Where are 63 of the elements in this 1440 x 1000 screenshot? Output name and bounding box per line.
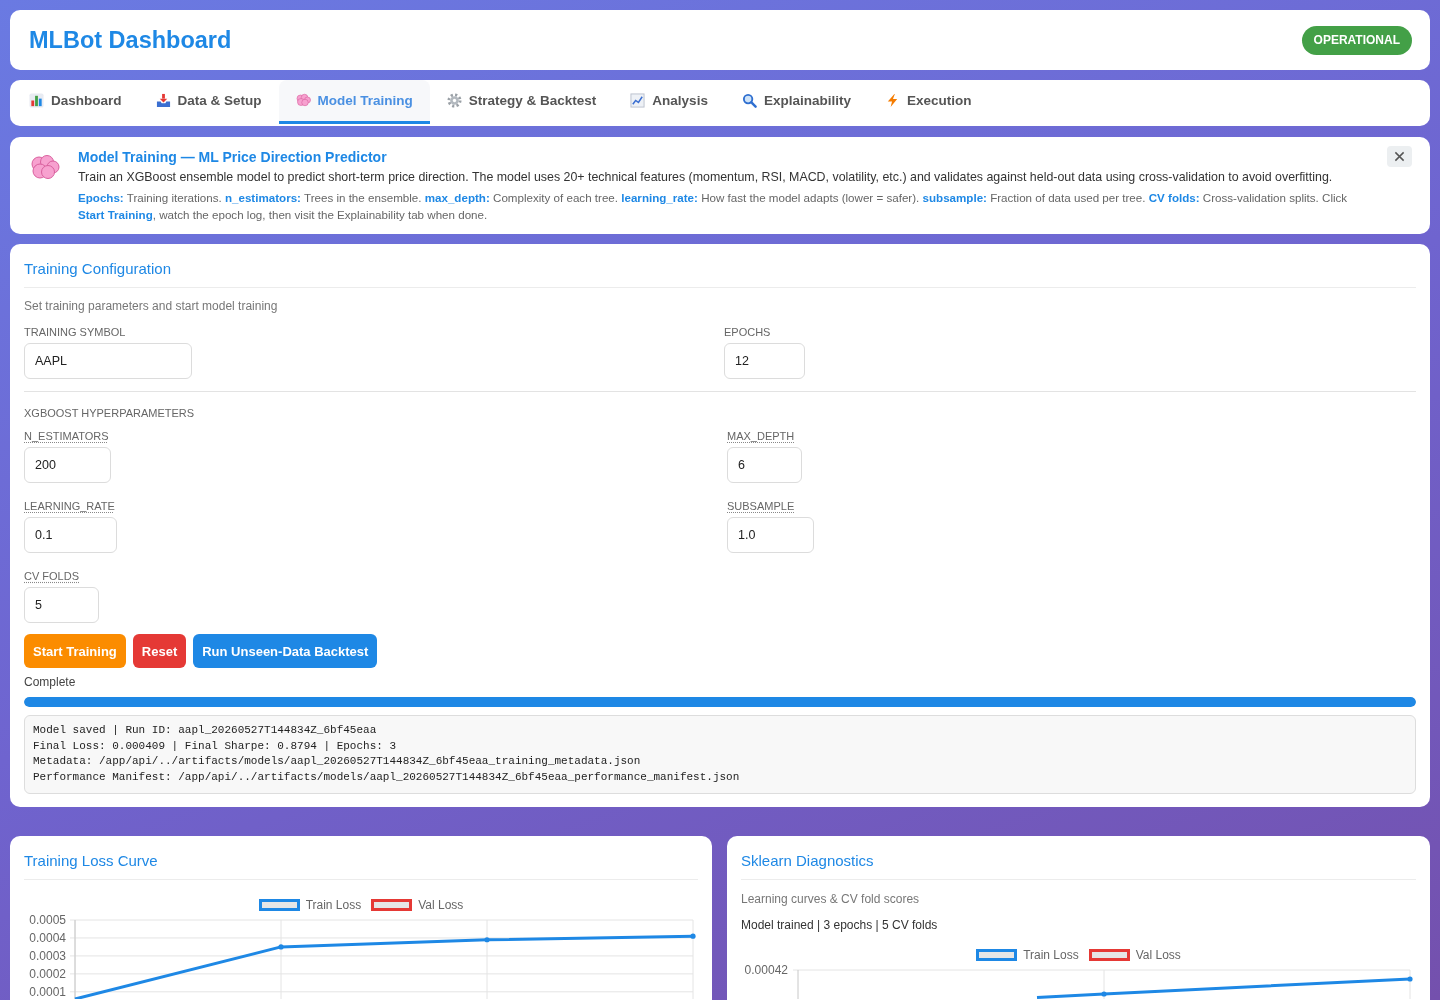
line-chart-icon <box>630 93 646 108</box>
data-point <box>484 936 490 943</box>
data-point <box>278 944 284 950</box>
input-field[interactable]: 0.1 <box>24 517 117 553</box>
status-badge: OPERATIONAL <box>1301 25 1412 55</box>
input-field[interactable]: 12 <box>724 343 805 379</box>
field-label: TRAINING SYMBOL <box>24 325 126 339</box>
close-icon <box>1394 151 1405 162</box>
tab[interactable]: Dashboard <box>12 80 139 124</box>
run-backtest-button[interactable]: Run Unseen-Data Backtest <box>193 634 378 668</box>
brain-icon <box>295 93 311 108</box>
tab[interactable]: Explainability <box>724 80 868 124</box>
search-icon <box>741 93 757 108</box>
training-summary: Model trained | 3 epochs | 5 CV folds <box>741 916 939 933</box>
axis-tick-label: 0.0005 <box>29 913 66 927</box>
card-title: Training Configuration <box>24 259 1416 288</box>
input-field[interactable]: 1.0 <box>727 517 814 553</box>
legend-label: Val Loss <box>1135 948 1181 961</box>
field-label: CV FOLDS <box>24 569 79 583</box>
field-label: SUBSAMPLE <box>727 499 795 513</box>
section-heading: XGBOOST HYPERPARAMETERS <box>24 406 196 420</box>
inbox-tray-icon <box>155 93 171 108</box>
tab[interactable]: Analysis <box>613 80 725 124</box>
data-point <box>1407 976 1413 982</box>
card-title: Sklearn Diagnostics <box>741 850 1416 880</box>
legend-label: Val Loss <box>418 898 464 911</box>
close-button[interactable] <box>1387 146 1412 167</box>
banner-title: Model Training — ML Price Direction Predictor <box>78 148 387 166</box>
tab[interactable]: Execution <box>867 80 989 124</box>
card-title: Training Loss Curve <box>24 850 698 880</box>
axis-tick-label: 0.0004 <box>29 930 66 945</box>
axis-tick-label: 0.0001 <box>29 984 66 999</box>
brain-icon <box>30 155 60 181</box>
reset-button[interactable]: Reset <box>132 634 187 668</box>
log-line: Performance Manifest: /app/api/../artifacts/models/aapl_20260527T144834Z_6bf45eaa_performance_manifest.json <box>33 770 740 786</box>
bar-chart-icon <box>29 93 44 108</box>
gear-icon <box>446 93 462 108</box>
data-point <box>690 933 696 939</box>
data-point <box>1101 991 1107 997</box>
log-line: Model saved | Run ID: aapl_20260527T144834Z_6bf45eaa <box>33 723 377 738</box>
banner-description: Train an XGBoost ensemble model to predict short-term price direction. The model uses 20+ technical features (momentum, RSI, MACD, volatility, etc.) and validates against held-out data using cross-validation to avoid overfitting. <box>78 169 1333 186</box>
field-label: LEARNING_RATE <box>24 499 115 513</box>
input-field[interactable]: 200 <box>24 447 111 483</box>
axis-tick-label: 0.0002 <box>29 966 66 981</box>
field-label: EPOCHS <box>724 325 771 339</box>
app-title: MLBot Dashboard <box>29 26 232 55</box>
tab[interactable]: Strategy & Backtest <box>429 80 614 124</box>
field-label: MAX_DEPTH <box>727 429 795 443</box>
tab[interactable]: Data & Setup <box>138 80 279 124</box>
log-line: Metadata: /app/api/../artifacts/models/aapl_20260527T144834Z_6bf45eaa_training_metadata.json <box>33 754 641 770</box>
progress-status: Complete <box>24 675 77 689</box>
card-subtitle: Learning curves & CV fold scores <box>741 890 921 907</box>
field-label: N_ESTIMATORS <box>24 429 109 443</box>
input-field[interactable]: 5 <box>24 587 99 623</box>
banner-help-text: Epochs: Training iterations. n_estimators: Trees in the ensemble. max_depth: Complexity of each tree. learning_rate: How fast the model adapts (lower = safer). subsample: Fraction of data used per tree. CV folds: Cross-validation splits. Click Start Training, watch the epoch log, then visit the Explainability tab when done. <box>78 190 1349 223</box>
log-line: Final Loss: 0.000409 | Final Sharpe: 0.8794 | Epochs: 3 <box>33 738 397 754</box>
axis-tick-label: 0.0003 <box>29 948 66 963</box>
axis-tick-label: 0.00042 <box>744 963 788 977</box>
input-field[interactable]: 6 <box>727 447 802 483</box>
legend-label: Train Loss <box>305 898 362 911</box>
card-subtitle: Set training parameters and start model training <box>24 298 279 314</box>
legend-label: Train Loss <box>1023 948 1079 961</box>
input-field[interactable]: AAPL <box>24 343 192 379</box>
